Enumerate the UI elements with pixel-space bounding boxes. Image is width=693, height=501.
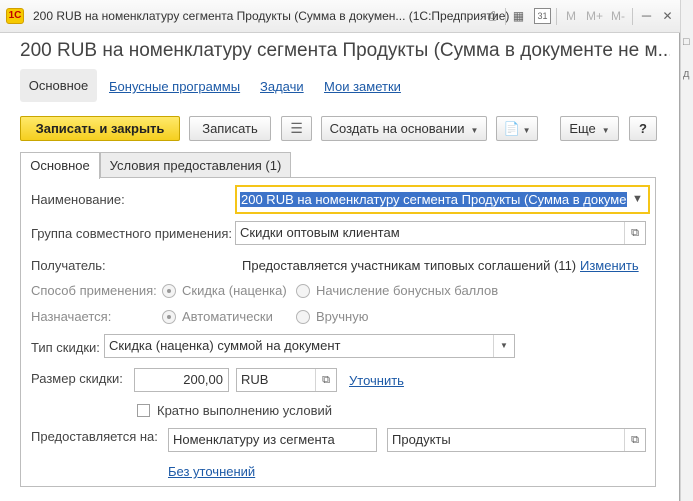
app-logo-icon: 1С bbox=[6, 8, 24, 24]
save-button[interactable]: Записать bbox=[189, 116, 271, 141]
memory-subtract-button[interactable]: M- bbox=[611, 9, 625, 23]
method-discount-radio[interactable] bbox=[162, 284, 176, 298]
group-label: Группа совместного применения: bbox=[31, 226, 232, 241]
minimize-icon[interactable]: ─ bbox=[638, 8, 655, 24]
toolbar-separator bbox=[632, 8, 633, 25]
chevron-down-icon: ▼ bbox=[470, 126, 479, 135]
partial-glyph: д bbox=[683, 68, 690, 80]
more-label: Еще bbox=[569, 121, 596, 136]
refine-link[interactable]: Уточнить bbox=[349, 373, 404, 388]
provided-on-input[interactable]: Номенклатуру из сегмента bbox=[168, 428, 377, 452]
memory-add-button[interactable]: M+ bbox=[586, 9, 603, 23]
chevron-down-icon[interactable]: ▼ bbox=[493, 335, 514, 357]
provided-on-label: Предоставляется на: bbox=[31, 429, 158, 444]
tab-main[interactable]: Основное bbox=[20, 152, 100, 179]
change-recipient-link[interactable]: Изменить bbox=[580, 258, 639, 273]
chevron-down-icon: ▼ bbox=[522, 126, 531, 135]
segment-value: Продукты bbox=[392, 432, 451, 447]
name-input[interactable]: 200 RUB на номенклатуру сегмента Продукт… bbox=[235, 185, 650, 214]
assigned-auto-label: Автоматически bbox=[182, 309, 273, 324]
partial-glyph: □ bbox=[683, 36, 690, 48]
recipient-value: Предоставляется участникам типовых согла… bbox=[242, 258, 577, 273]
more-button[interactable]: Еще ▼ bbox=[560, 116, 619, 141]
nav-tab-my-notes[interactable]: Мои заметки bbox=[324, 79, 401, 94]
open-icon[interactable]: ⧉ bbox=[315, 369, 336, 391]
help-button[interactable]: ? bbox=[629, 116, 657, 141]
nav-tab-main[interactable]: Основное bbox=[20, 69, 97, 102]
create-based-on-label: Создать на основании bbox=[329, 121, 465, 136]
memory-store-button[interactable]: M bbox=[566, 9, 576, 23]
method-bonus-radio[interactable] bbox=[296, 284, 310, 298]
discount-size-input[interactable]: 200,00 bbox=[134, 368, 229, 392]
assigned-manual-radio[interactable] bbox=[296, 310, 310, 324]
chevron-down-icon[interactable]: ▼ bbox=[627, 187, 648, 212]
method-discount-label: Скидка (наценка) bbox=[182, 283, 287, 298]
name-label: Наименование: bbox=[31, 192, 125, 207]
discount-type-value: Скидка (наценка) суммой на документ bbox=[109, 338, 341, 353]
save-and-close-button[interactable]: Записать и закрыть bbox=[20, 116, 180, 141]
group-input[interactable]: Скидки оптовым клиентам ⧉ bbox=[235, 221, 646, 245]
discount-type-select[interactable]: Скидка (наценка) суммой на документ ▼ bbox=[104, 334, 515, 358]
background-window-edge: □ д bbox=[681, 0, 693, 501]
calculator-icon[interactable]: ▦ bbox=[510, 8, 527, 24]
assigned-label: Назначается: bbox=[31, 309, 112, 324]
page-title: 200 RUB на номенклатуру сегмента Продукт… bbox=[20, 40, 670, 61]
toolbar-separator bbox=[505, 8, 506, 25]
list-icon: ☰ bbox=[290, 120, 303, 136]
nav-tab-bonus-programs[interactable]: Бонусные программы bbox=[109, 79, 240, 94]
document-journal-button[interactable]: ☰ bbox=[281, 116, 312, 141]
discount-size-label: Размер скидки: bbox=[31, 371, 123, 386]
discount-type-label: Тип скидки: bbox=[31, 340, 100, 355]
tab-conditions[interactable]: Условия предоставления (1) bbox=[100, 152, 291, 178]
recipient-label: Получатель: bbox=[31, 258, 106, 273]
open-icon[interactable]: ⧉ bbox=[624, 222, 645, 244]
close-icon[interactable]: ✕ bbox=[659, 8, 676, 24]
currency-value: RUB bbox=[241, 372, 269, 387]
no-refine-link[interactable]: Без уточнений bbox=[168, 464, 255, 479]
assigned-manual-label: Вручную bbox=[316, 309, 369, 324]
multiple-conditions-label: Кратно выполнению условий bbox=[157, 403, 332, 418]
multiple-conditions-checkbox[interactable] bbox=[137, 404, 150, 417]
create-based-on-button[interactable]: Создать на основании ▼ bbox=[321, 116, 487, 141]
assigned-auto-radio[interactable] bbox=[162, 310, 176, 324]
clip-document-icon: 📄 bbox=[503, 121, 520, 136]
group-input-value: Скидки оптовым клиентам bbox=[240, 225, 400, 240]
method-label: Способ применения: bbox=[31, 283, 157, 298]
segment-input[interactable]: Продукты ⧉ bbox=[387, 428, 646, 452]
attachments-button[interactable]: 📄 ▼ bbox=[496, 116, 538, 141]
nav-tab-tasks[interactable]: Задачи bbox=[260, 79, 304, 94]
title-bar: 1С 200 RUB на номенклатуру сегмента Прод… bbox=[0, 0, 680, 33]
name-input-value: 200 RUB на номенклатуру сегмента Продукт… bbox=[240, 192, 628, 207]
printer-icon[interactable]: ⎙ bbox=[484, 8, 501, 24]
chevron-down-icon: ▼ bbox=[601, 126, 610, 135]
currency-input[interactable]: RUB ⧉ bbox=[236, 368, 337, 392]
open-icon[interactable]: ⧉ bbox=[624, 429, 645, 451]
method-bonus-label: Начисление бонусных баллов bbox=[316, 283, 499, 298]
toolbar-separator bbox=[556, 8, 557, 25]
window-title: 200 RUB на номенклатуру сегмента Продукт… bbox=[33, 9, 510, 23]
calendar-icon[interactable]: 31 bbox=[534, 8, 551, 24]
document-window: 1С 200 RUB на номенклатуру сегмента Прод… bbox=[0, 0, 680, 501]
